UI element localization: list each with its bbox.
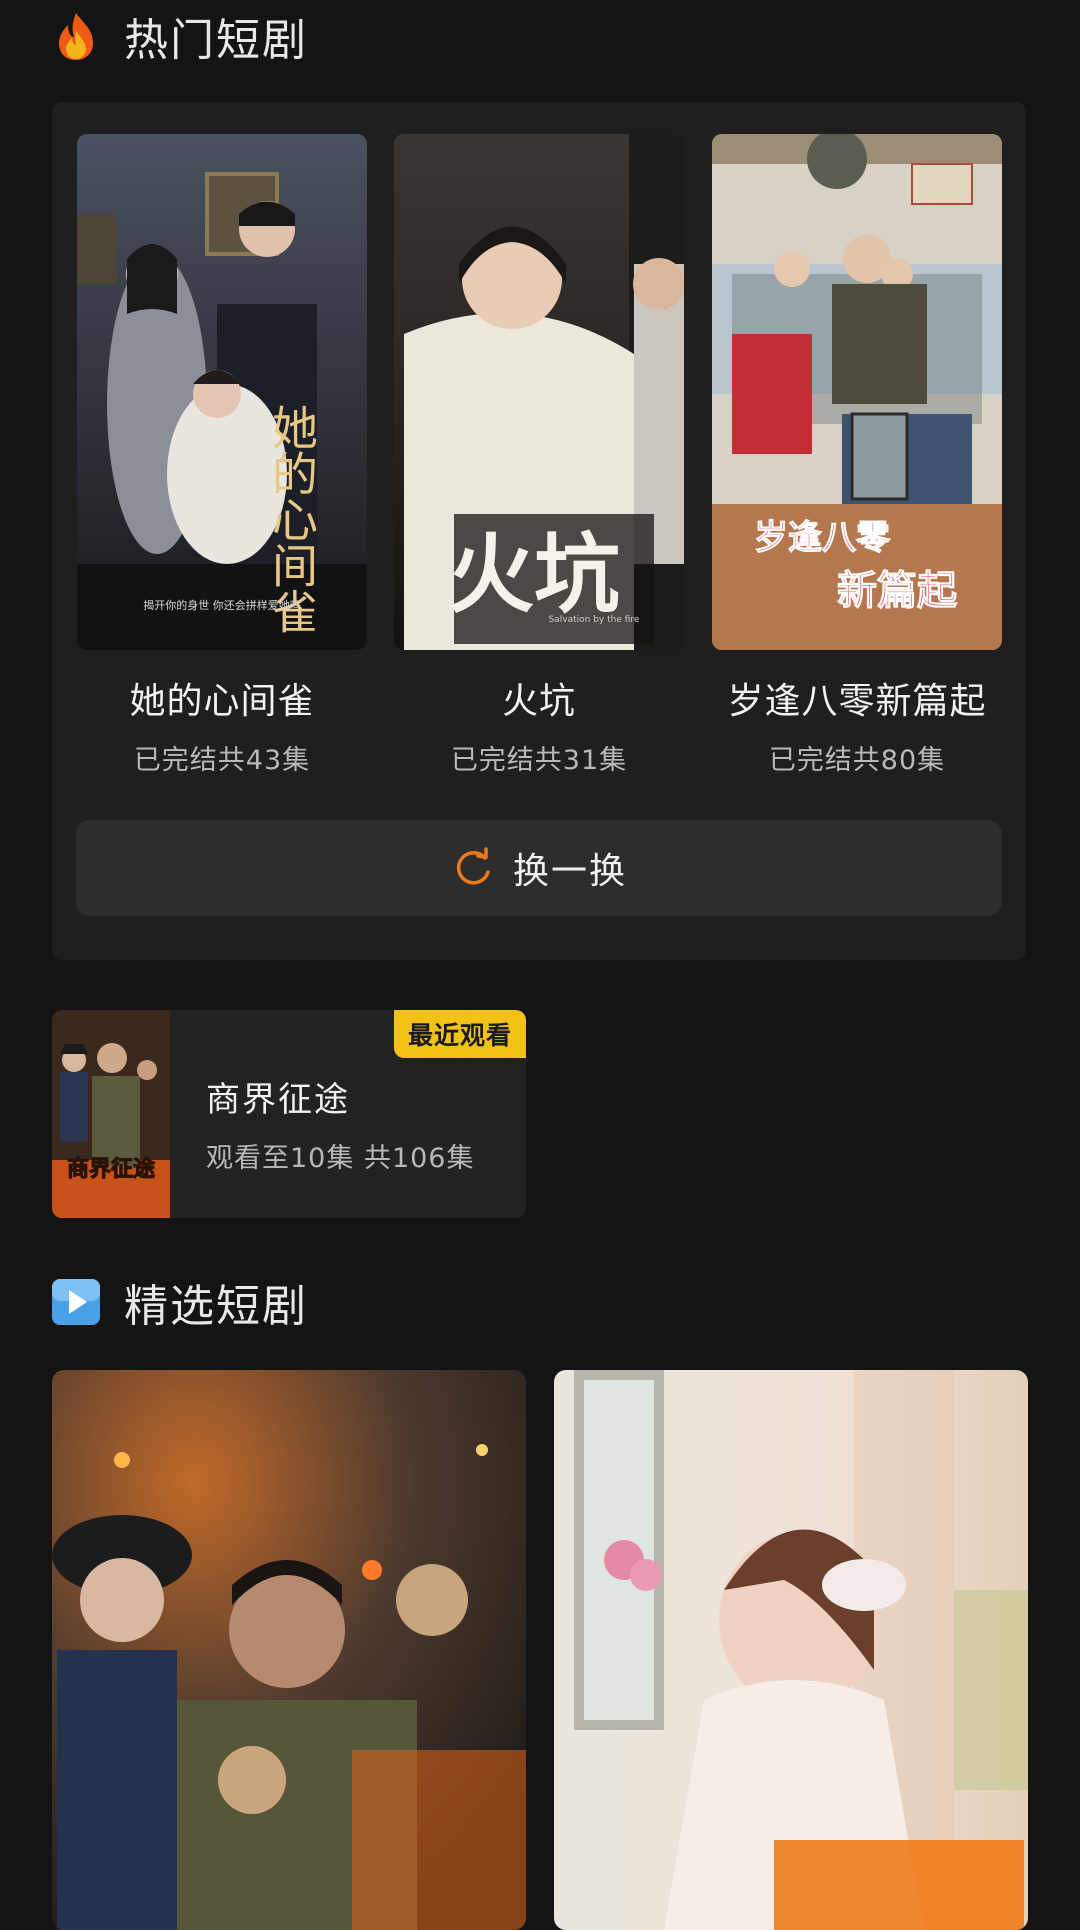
hot-section-label: 热门短剧 — [124, 15, 308, 66]
recently-watched-card[interactable]: 商界征途 最近观看 商界征途 观看至10集 共106集 — [52, 1010, 526, 1218]
refresh-button[interactable]: 换一换 — [76, 820, 1002, 916]
recent-progress: 观看至10集 共106集 — [206, 1143, 475, 1174]
recent-thumbnail: 商界征途 — [52, 1010, 170, 1218]
item-status: 已完结共43集 — [133, 745, 311, 776]
refresh-label: 换一换 — [512, 851, 627, 892]
item-title[interactable]: 火坑 — [380, 672, 698, 724]
recent-title: 商界征途 — [206, 1080, 350, 1120]
svg-text:新篇起: 新篇起 — [837, 567, 958, 614]
svg-text:Salvation by the fire: Salvation by the fire — [549, 615, 640, 625]
featured-card[interactable] — [554, 1370, 1028, 1930]
poster-her-heart-bird[interactable]: 她的心间雀 揭开你的身世 你还会拼样爱她吗 — [77, 134, 367, 650]
item-title[interactable]: 岁逢八零新篇起 — [698, 672, 1016, 724]
svg-text:岁逢八零: 岁逢八零 — [754, 518, 891, 558]
featured-section-title: 精选短剧 — [50, 1272, 308, 1332]
fire-icon — [50, 10, 102, 62]
hot-section-title: 热门短剧 — [50, 6, 308, 66]
recent-badge: 最近观看 — [393, 1010, 526, 1058]
poster-fire-pit[interactable]: 火坑 Salvation by the fire — [394, 134, 684, 650]
featured-card[interactable] — [52, 1370, 526, 1930]
hot-dramas-panel: 她的心间雀 揭开你的身世 你还会拼样爱她吗 火坑 Salvation by th… — [52, 102, 1026, 960]
featured-section-label: 精选短剧 — [124, 1281, 308, 1332]
item-title[interactable]: 她的心间雀 — [63, 672, 381, 724]
item-status: 已完结共80集 — [768, 745, 946, 776]
svg-text:商界征途: 商界征途 — [67, 1156, 156, 1182]
svg-text:火坑: 火坑 — [448, 524, 620, 625]
play-icon — [50, 1276, 102, 1328]
poster-1980s-new-chapter[interactable]: 岁逢八零 新篇起 — [712, 134, 1002, 650]
item-status: 已完结共31集 — [450, 745, 628, 776]
svg-text:揭开你的身世 你还会拼样爱她吗: 揭开你的身世 你还会拼样爱她吗 — [143, 598, 301, 612]
refresh-icon — [451, 846, 495, 890]
